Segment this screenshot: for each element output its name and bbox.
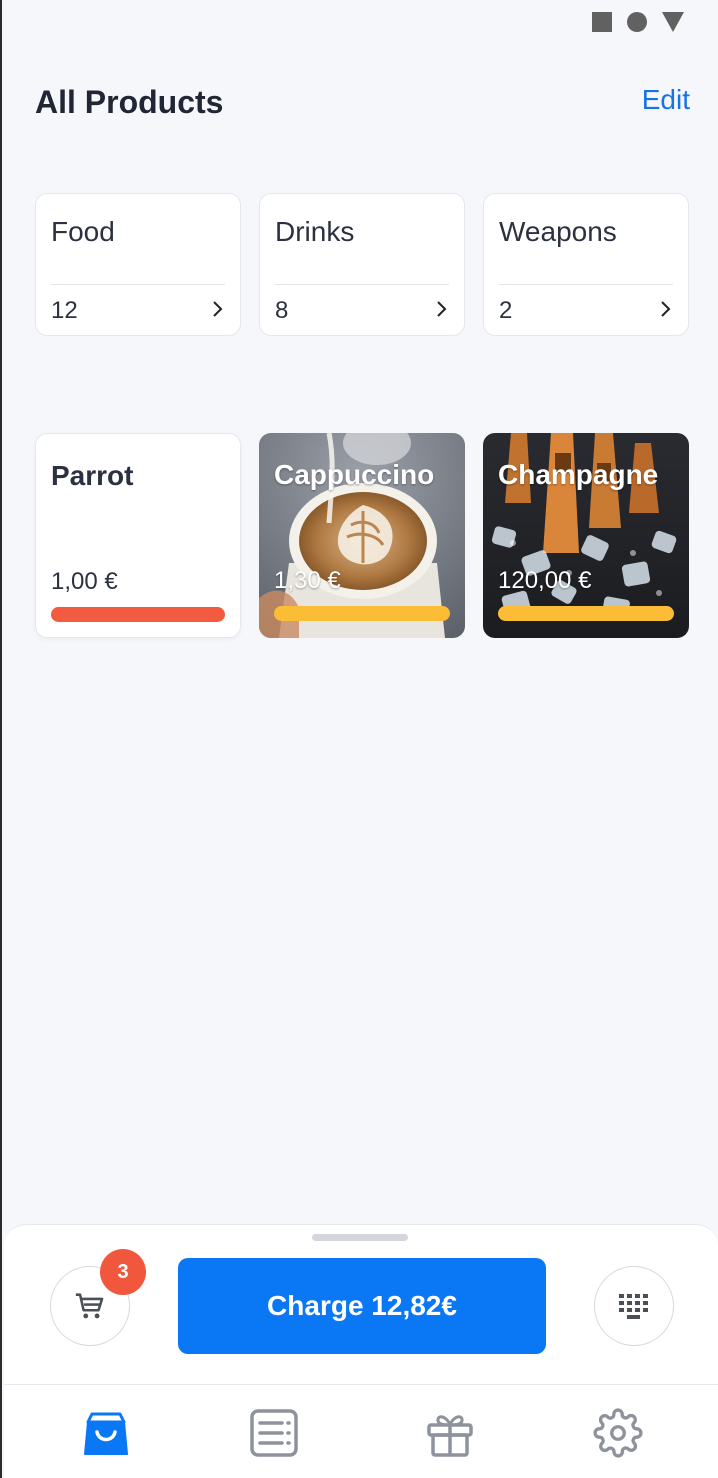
category-count: 2	[499, 297, 513, 324]
cart-icon	[75, 1293, 104, 1319]
chevron-right-icon	[437, 301, 447, 317]
product-tile-parrot[interactable]: Parrot 1,00 €	[35, 433, 241, 638]
product-name: Cappuccino	[274, 459, 435, 490]
category-name: Weapons	[499, 216, 617, 247]
product-price: 1,00 €	[51, 568, 118, 595]
shop-bag-icon	[84, 1412, 128, 1455]
square-icon	[592, 12, 612, 32]
status-bar	[592, 12, 684, 32]
divider	[51, 284, 225, 285]
nav-gifts[interactable]	[424, 1407, 476, 1459]
product-color-bar	[51, 607, 225, 622]
product-name: Parrot	[51, 460, 134, 491]
charge-button[interactable]: Charge 12,82€	[178, 1258, 546, 1354]
keypad-button[interactable]	[594, 1266, 674, 1346]
category-card-drinks[interactable]: Drinks 8	[259, 193, 465, 336]
divider	[499, 284, 673, 285]
chevron-right-icon	[661, 301, 671, 317]
edit-button[interactable]: Edit	[642, 84, 690, 116]
category-name: Drinks	[275, 216, 355, 247]
bottom-navigation	[4, 1384, 718, 1478]
nav-settings[interactable]	[592, 1407, 644, 1459]
sheet-drag-handle[interactable]	[312, 1234, 408, 1241]
category-list: Food 12 Drinks 8 Weapons 2	[35, 193, 689, 336]
product-tile-champagne[interactable]: Champagne 120,00 €	[483, 433, 689, 638]
keypad-icon	[619, 1294, 648, 1319]
product-name: Champagne	[498, 459, 659, 490]
receipt-list-icon	[250, 1409, 298, 1457]
triangle-icon	[662, 12, 684, 32]
checkout-sheet: 3 Charge 12,82€	[4, 1224, 718, 1384]
settings-gear-icon	[593, 1408, 643, 1458]
cart-count-badge: 3	[100, 1249, 146, 1295]
nav-shop[interactable]	[80, 1407, 132, 1459]
product-price: 1,30 €	[274, 567, 341, 594]
category-count: 12	[51, 297, 78, 324]
gift-icon	[427, 1415, 473, 1457]
category-card-food[interactable]: Food 12	[35, 193, 241, 336]
category-count: 8	[275, 297, 289, 324]
category-name: Food	[51, 216, 115, 247]
window-edge	[0, 0, 2, 1478]
product-tile-cappuccino[interactable]: Cappuccino 1,30 €	[259, 433, 465, 638]
category-card-weapons[interactable]: Weapons 2	[483, 193, 689, 336]
chevron-right-icon	[213, 301, 223, 317]
nav-orders[interactable]	[248, 1407, 300, 1459]
product-grid: Parrot 1,00 € Cappuccino 1,30 € Champagn…	[35, 433, 689, 638]
circle-icon	[627, 12, 647, 32]
product-color-bar	[498, 606, 674, 621]
divider	[275, 284, 449, 285]
page-title: All Products	[35, 84, 224, 120]
product-color-bar	[274, 606, 450, 621]
product-price: 120,00 €	[498, 567, 592, 594]
